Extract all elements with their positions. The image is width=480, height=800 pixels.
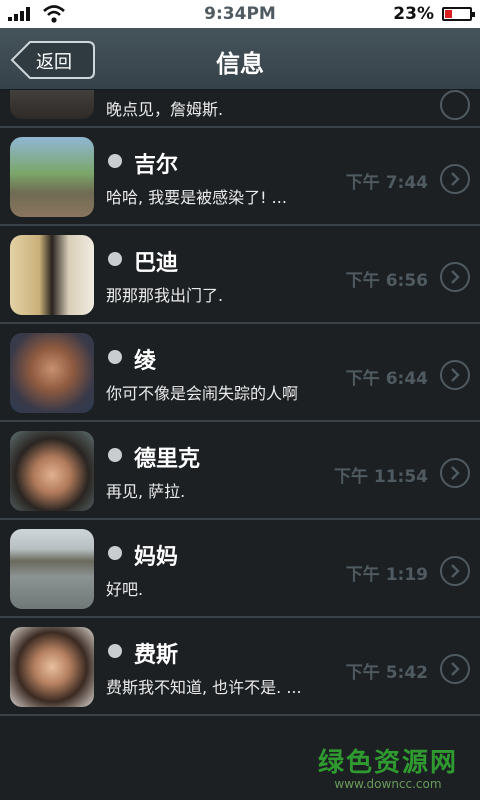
chevron-right-icon[interactable] xyxy=(440,90,470,120)
chevron-right-icon[interactable] xyxy=(440,556,470,586)
message-preview: 哈哈, 我要是被感染了! ... xyxy=(106,188,287,207)
avatar xyxy=(10,627,94,707)
contact-name: 德里克 xyxy=(134,447,201,472)
chevron-right-icon[interactable] xyxy=(440,654,470,684)
status-dot xyxy=(108,252,122,266)
chevron-right-icon[interactable] xyxy=(440,360,470,390)
message-row[interactable]: 德里克 再见, 萨拉. 下午 11:54 xyxy=(0,422,480,520)
chevron-right-icon[interactable] xyxy=(440,164,470,194)
message-row-partial[interactable]: 晚点见，詹姆斯. xyxy=(0,90,480,128)
message-time: 下午 7:44 xyxy=(345,173,428,193)
contact-name: 绫 xyxy=(134,349,157,374)
message-preview: 你可不像是会闹失踪的人啊 xyxy=(106,384,299,403)
contact-name: 吉尔 xyxy=(134,153,179,178)
message-list: 晚点见，詹姆斯. 吉尔 哈哈, 我要是被感染了! ... 下午 7:44 巴迪 … xyxy=(0,90,480,730)
chevron-right-icon[interactable] xyxy=(440,262,470,292)
message-preview: 费斯我不知道, 也许不是. ... xyxy=(106,678,302,697)
message-row[interactable]: 费斯 费斯我不知道, 也许不是. ... 下午 5:42 xyxy=(0,618,480,716)
message-time: 下午 5:42 xyxy=(345,663,428,683)
status-bar: 9:34PM 23% xyxy=(0,0,480,28)
contact-name: 费斯 xyxy=(134,643,179,668)
avatar xyxy=(10,90,94,119)
message-time: 下午 6:56 xyxy=(345,271,428,291)
avatar xyxy=(10,137,94,217)
message-preview: 那那那我出门了. xyxy=(106,286,224,305)
message-preview: 再见, 萨拉. xyxy=(106,482,186,501)
battery-percent: 23% xyxy=(393,4,434,24)
message-time: 下午 1:19 xyxy=(345,565,428,585)
battery-icon xyxy=(442,7,475,21)
message-preview: 好吧. xyxy=(106,580,144,599)
status-dot xyxy=(108,448,122,462)
message-row[interactable]: 吉尔 哈哈, 我要是被感染了! ... 下午 7:44 xyxy=(0,128,480,226)
message-time: 下午 11:54 xyxy=(333,467,428,487)
message-time: 下午 6:44 xyxy=(345,369,428,389)
message-row[interactable]: 绫 你可不像是会闹失踪的人啊 下午 6:44 xyxy=(0,324,480,422)
chevron-right-icon[interactable] xyxy=(440,458,470,488)
avatar xyxy=(10,333,94,413)
avatar xyxy=(10,235,94,315)
contact-name: 妈妈 xyxy=(134,545,179,570)
page-title: 信息 xyxy=(216,50,264,78)
status-dot xyxy=(108,154,122,168)
avatar xyxy=(10,431,94,511)
watermark-logo: 绿色资源网 www.downcc.com xyxy=(318,742,458,791)
nav-bar: 返回 信息 xyxy=(0,28,480,90)
avatar xyxy=(10,529,94,609)
status-dot xyxy=(108,546,122,560)
message-row[interactable]: 妈妈 好吧. 下午 1:19 xyxy=(0,520,480,618)
status-dot xyxy=(108,644,122,658)
watermark-url: www.downcc.com xyxy=(334,777,442,791)
watermark-text: 绿色资源网 xyxy=(317,748,458,778)
contact-name: 巴迪 xyxy=(134,251,179,276)
status-dot xyxy=(108,350,122,364)
message-row[interactable]: 巴迪 那那那我出门了. 下午 6:56 xyxy=(0,226,480,324)
message-preview: 晚点见，詹姆斯. xyxy=(106,100,224,119)
